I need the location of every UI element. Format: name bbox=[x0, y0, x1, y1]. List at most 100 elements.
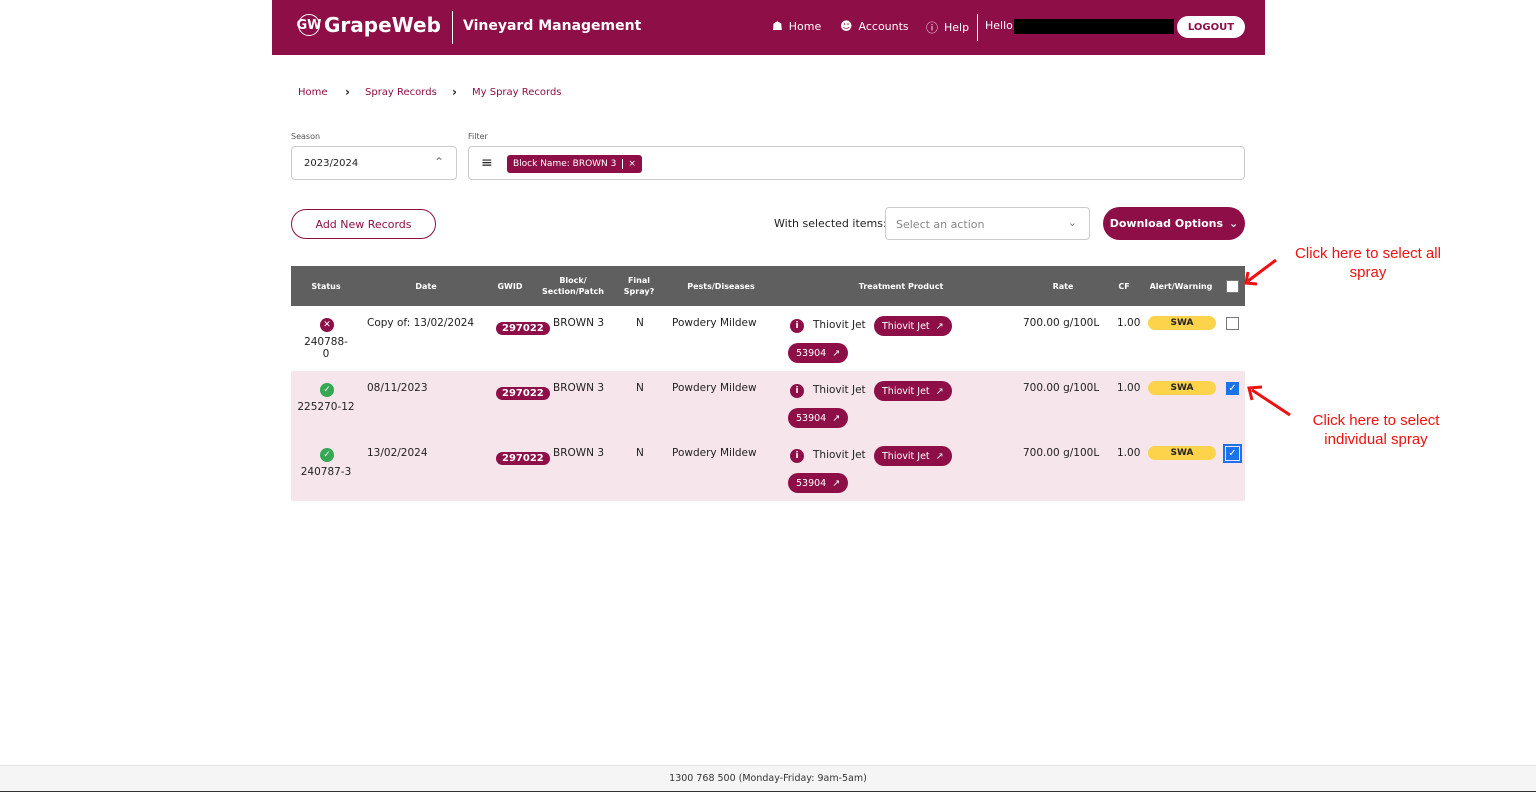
footer: 1300 768 500 (Monday-Friday: 9am-5am) bbox=[0, 765, 1536, 792]
product-link-label: Thiovit Jet bbox=[882, 385, 930, 397]
check-status-icon: ✓ bbox=[320, 448, 334, 462]
nav-home-label: Home bbox=[788, 19, 822, 33]
col-cf[interactable]: CF bbox=[1117, 281, 1131, 292]
col-gwid[interactable]: GWID bbox=[495, 281, 525, 292]
col-block-line1: Block/ bbox=[559, 276, 587, 285]
external-link-icon: ↗ bbox=[935, 385, 944, 397]
col-block[interactable]: Block/ Section/Patch bbox=[538, 275, 608, 297]
app-header: GW GrapeWeb Vineyard Management ☗ Home ☻… bbox=[272, 0, 1265, 55]
cf: 1.00 bbox=[1117, 447, 1141, 459]
add-new-records-button[interactable]: Add New Records bbox=[291, 209, 436, 239]
footer-phone: 1300 768 500 (Monday-Friday: 9am-5am) bbox=[669, 773, 867, 784]
block-name: BROWN 3 bbox=[553, 317, 605, 329]
record-date: 13/02/2024 bbox=[367, 447, 428, 459]
gwid-badge[interactable]: 297022 bbox=[496, 387, 550, 400]
col-status[interactable]: Status bbox=[311, 281, 341, 292]
annotation-select-all: Click here to select all spray bbox=[1295, 245, 1441, 281]
col-final-line2: Spray? bbox=[623, 287, 655, 296]
info-icon[interactable]: i bbox=[790, 319, 804, 333]
col-date[interactable]: Date bbox=[411, 281, 441, 292]
cf: 1.00 bbox=[1117, 382, 1141, 394]
hello-text: Hello, bbox=[985, 19, 1017, 32]
gwid-badge[interactable]: 297022 bbox=[496, 322, 550, 335]
product-link-label: Thiovit Jet bbox=[882, 450, 930, 462]
bulk-action-select[interactable]: Select an action ⌄ bbox=[885, 207, 1090, 240]
header-divider bbox=[452, 11, 453, 44]
table-row[interactable]: ✕ 240788-0 Copy of: 13/02/2024 297022 BR… bbox=[291, 306, 1245, 371]
permit-link[interactable]: 53904 ↗ bbox=[788, 408, 849, 428]
logo[interactable]: GW GrapeWeb bbox=[297, 13, 441, 37]
permit-link-label: 53904 bbox=[796, 477, 827, 489]
record-date: Copy of: 13/02/2024 bbox=[367, 317, 475, 329]
chevron-right-icon: › bbox=[452, 85, 457, 99]
breadcrumb-home[interactable]: Home bbox=[298, 87, 328, 98]
product-name: Thiovit Jet bbox=[813, 319, 866, 331]
breadcrumb-spray-records[interactable]: Spray Records bbox=[365, 87, 437, 98]
nav-accounts[interactable]: ☻ Accounts bbox=[840, 19, 909, 33]
cf: 1.00 bbox=[1117, 317, 1141, 329]
product-link[interactable]: Thiovit Jet ↗ bbox=[874, 381, 952, 401]
alert-badge[interactable]: SWA bbox=[1148, 316, 1216, 330]
download-options-label: Download Options bbox=[1109, 217, 1224, 230]
col-treatment[interactable]: Treatment Product bbox=[846, 281, 956, 292]
close-icon[interactable]: × bbox=[622, 159, 636, 169]
col-alert[interactable]: Alert/Warning bbox=[1147, 281, 1215, 292]
arrow-line bbox=[1247, 258, 1277, 283]
col-block-line2: Section/Patch bbox=[542, 287, 604, 296]
external-link-icon: ↗ bbox=[935, 450, 944, 462]
col-pests[interactable]: Pests/Diseases bbox=[681, 281, 761, 292]
table-row[interactable]: ✓ 240787-3 13/02/2024 297022 BROWN 3 N P… bbox=[291, 436, 1245, 501]
brand-name: GrapeWeb bbox=[324, 13, 441, 37]
table-row[interactable]: ✓ 225270-12 08/11/2023 297022 BROWN 3 N … bbox=[291, 371, 1245, 436]
permit-link-label: 53904 bbox=[796, 412, 827, 424]
info-icon[interactable]: i bbox=[790, 449, 804, 463]
filter-chip-label: Block Name: BROWN 3 bbox=[513, 159, 617, 169]
rate: 700.00 g/100L bbox=[1023, 382, 1100, 394]
final-spray: N bbox=[636, 317, 644, 329]
home-icon: ☗ bbox=[772, 19, 783, 33]
pests: Powdery Mildew bbox=[672, 382, 757, 394]
arrow-line bbox=[1251, 388, 1291, 417]
alert-badge[interactable]: SWA bbox=[1148, 381, 1216, 395]
external-link-icon: ↗ bbox=[935, 320, 944, 332]
col-final-spray[interactable]: Final Spray? bbox=[621, 275, 657, 297]
rate: 700.00 g/100L bbox=[1023, 317, 1100, 329]
info-icon[interactable]: i bbox=[790, 384, 804, 398]
filter-field[interactable]: ≡ Block Name: BROWN 3 × bbox=[468, 146, 1245, 180]
external-link-icon: ↗ bbox=[832, 477, 841, 489]
final-spray: N bbox=[636, 382, 644, 394]
col-final-line1: Final bbox=[627, 276, 651, 285]
redacted-username bbox=[1014, 19, 1174, 34]
product-link-label: Thiovit Jet bbox=[882, 320, 930, 332]
block-name: BROWN 3 bbox=[553, 382, 605, 394]
table-header: Status Date GWID Block/ Section/Patch Fi… bbox=[291, 266, 1245, 306]
bulk-action-placeholder: Select an action bbox=[896, 218, 985, 231]
with-selected-label: With selected items: bbox=[774, 217, 887, 230]
permit-link[interactable]: 53904 ↗ bbox=[788, 343, 849, 363]
block-name: BROWN 3 bbox=[553, 447, 605, 459]
permit-link[interactable]: 53904 ↗ bbox=[788, 473, 849, 493]
filter-icon[interactable]: ≡ bbox=[481, 155, 493, 171]
rate: 700.00 g/100L bbox=[1023, 447, 1100, 459]
nav-accounts-label: Accounts bbox=[858, 19, 909, 33]
season-value: 2023/2024 bbox=[304, 158, 359, 169]
logout-button[interactable]: LOGOUT bbox=[1177, 16, 1245, 38]
nav-home[interactable]: ☗ Home bbox=[772, 19, 821, 33]
alert-badge[interactable]: SWA bbox=[1148, 446, 1216, 460]
account-icon: ☻ bbox=[840, 19, 853, 33]
gwid-badge[interactable]: 297022 bbox=[496, 452, 550, 465]
chevron-up-icon: ⌃ bbox=[433, 155, 444, 169]
col-rate[interactable]: Rate bbox=[1047, 281, 1079, 292]
logo-mark: GW bbox=[297, 14, 322, 36]
product-link[interactable]: Thiovit Jet ↗ bbox=[874, 316, 952, 336]
season-select[interactable]: 2023/2024 ⌃ bbox=[291, 146, 457, 180]
filter-chip[interactable]: Block Name: BROWN 3 × bbox=[507, 155, 642, 173]
download-options-button[interactable]: Download Options ⌄ bbox=[1103, 207, 1245, 240]
row-checkbox[interactable]: ✓ bbox=[1223, 444, 1242, 463]
product-link[interactable]: Thiovit Jet ↗ bbox=[874, 446, 952, 466]
season-label: Season bbox=[291, 132, 321, 141]
nav-help[interactable]: ⓘ Help bbox=[926, 19, 969, 36]
record-id: 240787-3 bbox=[300, 466, 352, 478]
record-date: 08/11/2023 bbox=[367, 382, 428, 394]
permit-link-label: 53904 bbox=[796, 347, 827, 359]
